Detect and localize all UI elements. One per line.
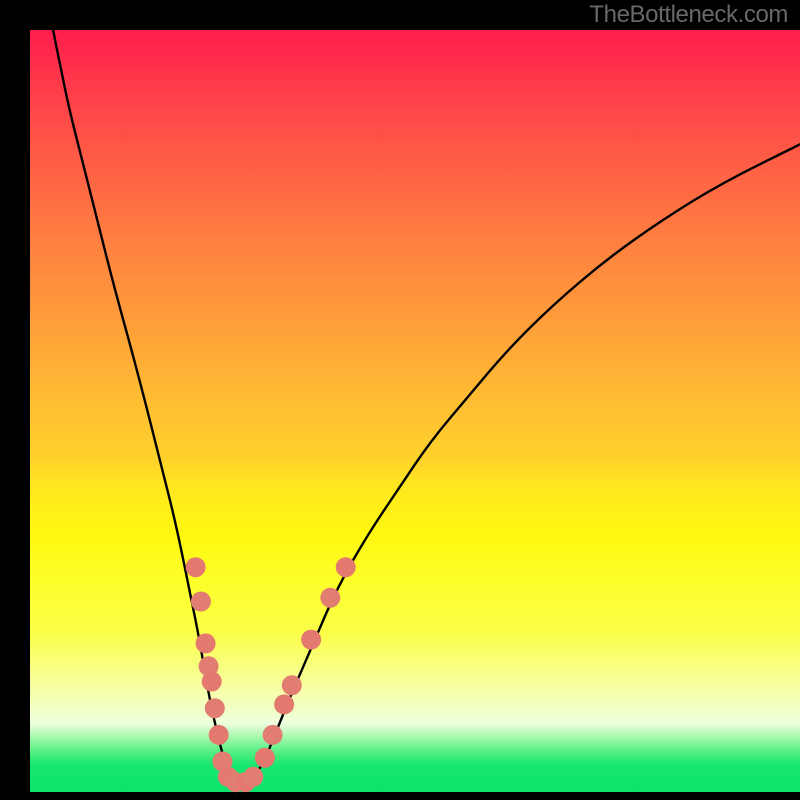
- curve-marker: [202, 672, 222, 692]
- curve-marker: [255, 748, 275, 768]
- curve-marker: [191, 592, 211, 612]
- curve-marker: [186, 557, 206, 577]
- curve-marker: [336, 557, 356, 577]
- curve-marker: [209, 725, 229, 745]
- curve-marker: [263, 725, 283, 745]
- curve-marker: [301, 630, 321, 650]
- plot-background: [30, 30, 800, 792]
- watermark-text: TheBottleneck.com: [589, 1, 788, 29]
- curve-marker: [274, 694, 294, 714]
- curve-marker: [282, 675, 302, 695]
- curve-marker: [243, 767, 263, 787]
- chart-canvas: [0, 0, 800, 800]
- curve-marker: [205, 698, 225, 718]
- curve-marker: [320, 588, 340, 608]
- curve-marker: [196, 633, 216, 653]
